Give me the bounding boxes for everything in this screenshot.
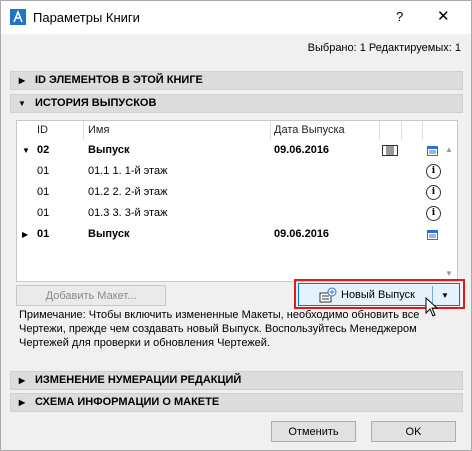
row-name: Выпуск: [88, 228, 130, 240]
new-issue-icon: [319, 287, 337, 303]
row-id: 02: [37, 144, 50, 156]
info-icon[interactable]: i: [426, 185, 441, 200]
column-header-date[interactable]: Дата Выпуска: [274, 121, 345, 140]
scroll-down-arrow-icon[interactable]: ▼: [445, 269, 453, 278]
title-bar: Параметры Книги ? ✕: [1, 1, 471, 34]
table-scrollbar[interactable]: ▲ ▼: [442, 121, 456, 281]
ok-button[interactable]: OK: [371, 421, 456, 442]
row-name: 01.3 3. 3-й этаж: [88, 207, 168, 219]
scroll-up-arrow-icon[interactable]: ▲: [445, 145, 453, 154]
section-id-elements[interactable]: ▶ ID ЭЛЕМЕНТОВ В ЭТОЙ КНИГЕ: [10, 71, 463, 90]
section-renumbering[interactable]: ▶ ИЗМЕНЕНИЕ НУМЕРАЦИИ РЕДАКЦИЙ: [10, 371, 463, 390]
row-name: Выпуск: [88, 144, 130, 156]
window-title: Параметры Книги: [33, 10, 140, 25]
close-button[interactable]: ✕: [437, 7, 450, 25]
expand-triangle-icon: ▶: [18, 398, 26, 407]
row-name: 01.1 1. 1-й этаж: [88, 165, 168, 177]
section-history-label: ИСТОРИЯ ВЫПУСКОВ: [35, 97, 157, 109]
archicad-app-icon: [10, 9, 26, 25]
help-button[interactable]: ?: [396, 9, 403, 24]
issue-properties-icon[interactable]: [427, 146, 438, 156]
table-row[interactable]: 01 01.2 2. 2-й этаж i: [17, 182, 442, 203]
row-id: 01: [37, 207, 50, 219]
section-history[interactable]: ▼ ИСТОРИЯ ВЫПУСКОВ: [10, 94, 463, 113]
collapse-triangle-icon: ▼: [18, 99, 26, 108]
table-row[interactable]: ▼ 02 Выпуск 09.06.2016: [17, 140, 442, 161]
collapsed-triangle-icon[interactable]: ▶: [22, 224, 28, 245]
cancel-button[interactable]: Отменить: [271, 421, 356, 442]
row-id: 01: [37, 165, 50, 177]
dropdown-arrow-icon[interactable]: ▼: [441, 284, 449, 307]
selection-info: Выбрано: 1 Редактируемых: 1: [307, 42, 461, 54]
table-row[interactable]: 01 01.1 1. 1-й этаж i: [17, 161, 442, 182]
info-icon[interactable]: i: [426, 206, 441, 221]
section-layout-info-label: СХЕМА ИНФОРМАЦИИ О МАКЕТЕ: [35, 396, 220, 408]
note-text: Примечание: Чтобы включить измененные Ма…: [19, 309, 420, 349]
section-id-elements-label: ID ЭЛЕМЕНТОВ В ЭТОЙ КНИГЕ: [35, 74, 203, 86]
dialog-window: Параметры Книги ? ✕ Выбрано: 1 Редактиру…: [0, 0, 472, 451]
drawing-set-icon: [382, 145, 398, 156]
section-renumbering-label: ИЗМЕНЕНИЕ НУМЕРАЦИИ РЕДАКЦИЙ: [35, 374, 242, 386]
row-id: 01: [37, 186, 50, 198]
table-row[interactable]: 01 01.3 3. 3-й этаж i: [17, 203, 442, 224]
row-name: 01.2 2. 2-й этаж: [88, 186, 168, 198]
column-header-name[interactable]: Имя: [88, 121, 109, 140]
row-date: 09.06.2016: [274, 144, 330, 156]
column-header-id[interactable]: ID: [37, 121, 48, 140]
new-issue-label: Новый Выпуск: [341, 289, 415, 301]
table-row[interactable]: ▶ 01 Выпуск 09.06.2016: [17, 224, 442, 245]
row-id: 01: [37, 228, 50, 240]
row-date: 09.06.2016: [274, 228, 330, 240]
expanded-triangle-icon[interactable]: ▼: [22, 140, 30, 161]
issue-properties-icon[interactable]: [427, 230, 438, 240]
info-icon[interactable]: i: [426, 164, 441, 179]
add-layout-button[interactable]: Добавить Макет...: [16, 285, 166, 306]
expand-triangle-icon: ▶: [18, 376, 26, 385]
section-layout-info[interactable]: ▶ СХЕМА ИНФОРМАЦИИ О МАКЕТЕ: [10, 393, 463, 412]
expand-triangle-icon: ▶: [18, 76, 26, 85]
issues-table: ID Имя Дата Выпуска ▼ 02 Выпуск 09.06.20…: [16, 120, 458, 282]
